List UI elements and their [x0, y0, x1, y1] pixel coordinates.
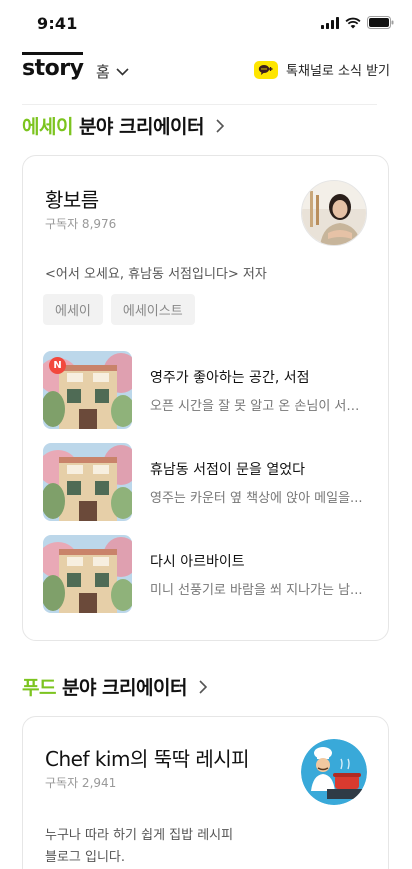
post-summary: 미니 선풍기로 바람을 쐬 지나가는 남...: [150, 583, 363, 598]
creator-name: Chef kim의 뚝딱 레시피: [45, 747, 250, 771]
chevron-right-icon: [199, 679, 207, 694]
creator-tags: 에세이 에세이스트: [43, 294, 195, 325]
logo-text: story: [22, 56, 84, 81]
home-menu-dropdown[interactable]: 홈: [96, 61, 129, 82]
creator-description: <어서 오세요, 휴남동 서점입니다> 저자: [45, 267, 267, 282]
post-summary: 영주는 카운터 옆 책상에 앉아 메일을...: [150, 491, 363, 506]
post-title: 휴남동 서점이 문을 열었다: [150, 462, 306, 478]
post-item[interactable]: 다시 아르바이트 미니 선풍기로 바람을 쐬 지나가는 남...: [43, 535, 373, 613]
new-badge: N: [49, 357, 66, 374]
description-line: 블로그 입니다.: [45, 850, 126, 865]
wifi-icon: [345, 17, 361, 28]
subscriber-count: 구독자 8,976: [45, 217, 117, 231]
post-thumbnail: [43, 535, 132, 613]
description-line: 누구나 따라 하기 쉽게 집밥 레시피: [45, 828, 234, 843]
creator-avatar[interactable]: [301, 739, 367, 805]
post-summary: 오픈 시간을 잘 못 알고 온 손님이 서점...: [150, 399, 365, 414]
post-item[interactable]: N 영주가 좋아하는 공간, 서점 오픈 시간을 잘 못 알고 온 손님이 서점…: [43, 351, 373, 429]
kakao-talk-icon: [254, 60, 279, 79]
creator-description: 누구나 따라 하기 쉽게 집밥 레시피 블로그 입니다.: [45, 825, 233, 869]
chevron-right-icon: [216, 118, 224, 133]
subscribe-talk-channel-button[interactable]: 톡채널로 소식 받기: [254, 60, 390, 79]
tag-essay[interactable]: 에세이: [43, 294, 103, 325]
status-bar: 9:41: [0, 0, 412, 46]
section-title-food[interactable]: 푸드 분야 크리에이터: [22, 673, 207, 700]
post-thumbnail: N: [43, 351, 132, 429]
post-title: 영주가 좋아하는 공간, 서점: [150, 370, 310, 386]
battery-icon: [367, 16, 394, 29]
creator-card-food[interactable]: Chef kim의 뚝딱 레시피 구독자 2,941 누구나 따라 하기 쉽게 …: [22, 716, 389, 869]
tag-essayist[interactable]: 에세이스트: [110, 294, 195, 325]
status-time: 9:41: [37, 14, 78, 33]
creator-name: 황보름: [45, 188, 99, 212]
signal-icon: [321, 16, 339, 29]
section-title-text: 분야 크리에이터: [61, 677, 187, 699]
section-accent: 에세이: [22, 116, 73, 138]
subscriber-count: 구독자 2,941: [45, 776, 117, 790]
story-logo[interactable]: story: [22, 52, 84, 81]
status-icons: [321, 16, 394, 29]
section-title-essay[interactable]: 에세이 분야 크리에이터: [22, 112, 224, 139]
creator-card-essay[interactable]: 황보름 구독자 8,976 <어서 오세요, 휴남동 서점입니다> 저자 에세이…: [22, 155, 389, 641]
app-header: story 홈 톡채널로 소식 받기: [0, 52, 412, 92]
nav-label: 홈: [96, 63, 110, 81]
post-thumbnail: [43, 443, 132, 521]
chevron-down-icon: [116, 67, 129, 76]
logo-bar: [22, 52, 83, 55]
post-title: 다시 아르바이트: [150, 554, 245, 570]
section-accent: 푸드: [22, 677, 56, 699]
section-title-text: 분야 크리에이터: [78, 116, 204, 138]
creator-avatar[interactable]: [301, 180, 367, 246]
subscribe-label: 톡채널로 소식 받기: [286, 64, 390, 79]
post-item[interactable]: 휴남동 서점이 문을 열었다 영주는 카운터 옆 책상에 앉아 메일을...: [43, 443, 373, 521]
header-divider: [22, 104, 377, 105]
